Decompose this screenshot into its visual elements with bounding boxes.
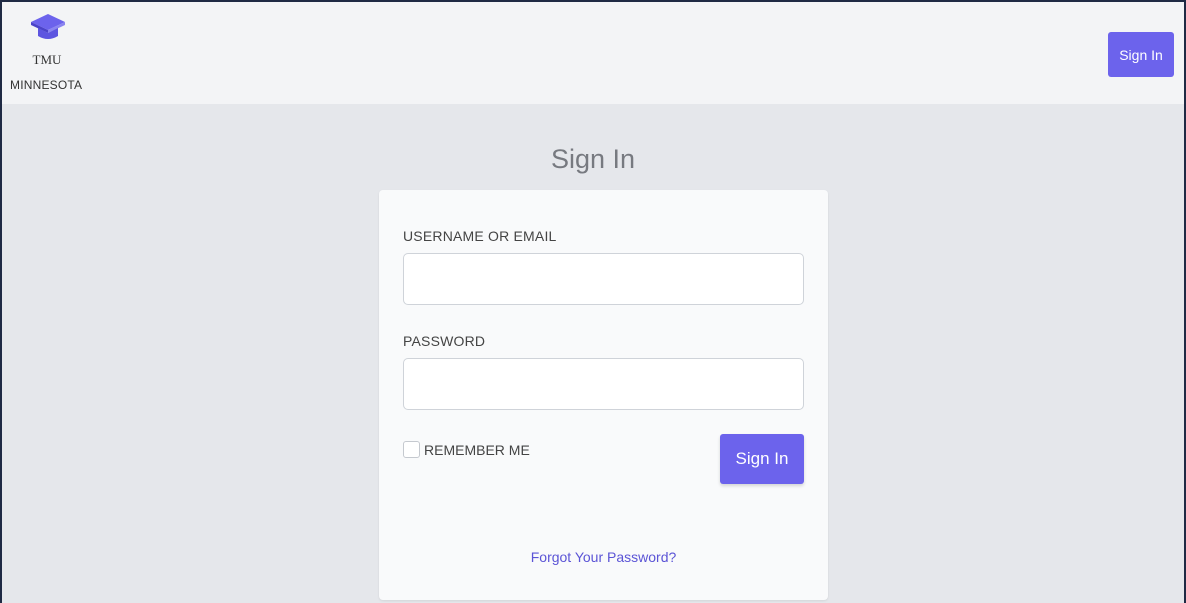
password-label: PASSWORD <box>403 333 486 349</box>
nav-signin-button[interactable]: Sign In <box>1108 32 1174 77</box>
signin-submit-button[interactable]: Sign In <box>720 434 804 484</box>
logo-location: MINNESOTA <box>10 78 83 92</box>
password-input[interactable] <box>403 358 804 410</box>
logo-name: TMU <box>32 52 62 67</box>
signin-card: USERNAME OR EMAIL PASSWORD REMEMBER ME S… <box>379 190 828 600</box>
logo[interactable]: TMU MINNESOTA <box>10 12 100 96</box>
remember-me-label: REMEMBER ME <box>424 441 530 458</box>
username-label: USERNAME OR EMAIL <box>403 228 557 244</box>
remember-me-checkbox[interactable] <box>403 441 420 458</box>
username-input[interactable] <box>403 253 804 305</box>
main-content: Sign In USERNAME OR EMAIL PASSWORD REMEM… <box>2 104 1184 603</box>
page-title: Sign In <box>550 144 636 174</box>
browser-frame: TMU MINNESOTA Sign In Sign In USERNAME O… <box>0 0 1186 603</box>
top-navbar: TMU MINNESOTA Sign In <box>2 2 1184 104</box>
forgot-password-link[interactable]: Forgot Your Password? <box>379 549 828 565</box>
remember-me[interactable]: REMEMBER ME <box>403 441 530 458</box>
graduation-cap-icon <box>31 14 65 39</box>
